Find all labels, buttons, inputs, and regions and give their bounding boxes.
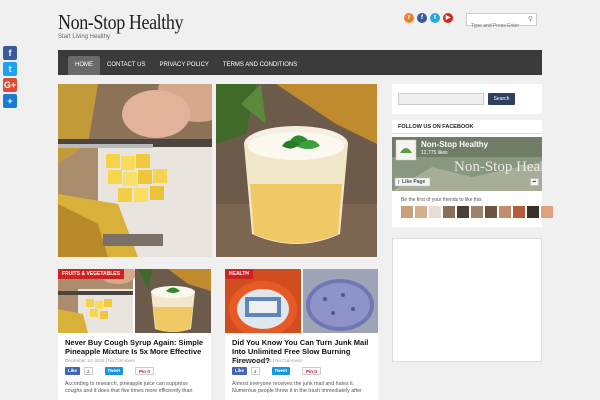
facebook-page-cover[interactable]: f Non-Stop Healthy 12,775 likes Non-Stop… — [392, 137, 542, 191]
nav-item-terms-and-conditions[interactable]: TERMS AND CONDITIONS — [216, 56, 304, 75]
avatar[interactable] — [499, 206, 511, 218]
avatar[interactable] — [513, 206, 525, 218]
avatar[interactable] — [429, 206, 441, 218]
post-excerpt: Almost everyone receives the junk mail a… — [232, 381, 362, 394]
search-icon[interactable]: ⚲ — [528, 15, 533, 23]
avatar[interactable] — [485, 206, 497, 218]
facebook-share-icon[interactable]: ➦ — [530, 178, 539, 186]
facebook-likes-count: 12,775 likes — [421, 150, 448, 156]
header-search: ⚲ — [466, 13, 537, 32]
facebook-widget-header: FOLLOW US ON FACEBOOK — [392, 120, 542, 134]
twitter-icon[interactable]: t — [430, 13, 440, 23]
twitter-share-icon[interactable]: t — [3, 62, 17, 76]
nav-item-contact-us[interactable]: CONTACT US — [100, 56, 152, 75]
post-excerpt: According to research, pineapple juice c… — [65, 381, 193, 394]
facebook-widget: FOLLOW US ON FACEBOOK f Non-Stop Healthy… — [392, 120, 553, 227]
nav-item-privacy-policy[interactable]: PRIVACY POLICY — [152, 56, 215, 75]
site-tagline: Start Living Healthy — [58, 34, 111, 40]
avatar[interactable] — [401, 206, 413, 218]
avatar[interactable] — [527, 206, 539, 218]
avatar[interactable] — [471, 206, 483, 218]
avatar[interactable] — [443, 206, 455, 218]
facebook-page-name[interactable]: Non-Stop Healthy — [421, 140, 488, 149]
floating-share-bar: f t G+ + — [3, 46, 17, 110]
facebook-friends-text: Be the first of your friends to like thi… — [401, 197, 482, 203]
header-search-input[interactable] — [467, 20, 525, 32]
google-plus-share-icon[interactable]: G+ — [3, 78, 17, 92]
facebook-friend-faces — [401, 206, 553, 218]
main-nav: HOME CONTACT US PRIVACY POLICY TERMS AND… — [58, 50, 542, 75]
share-plus-icon[interactable]: + — [3, 94, 17, 108]
facebook-like-page-button[interactable]: Like Page — [402, 179, 425, 185]
like-count: 2 — [84, 367, 93, 375]
featured-image-pineapple-drink[interactable] — [216, 84, 377, 257]
post-meta: December 14, 2015 | No Comment — [65, 358, 135, 363]
page: f t G+ + Non-Stop Healthy Start Living H… — [0, 0, 600, 400]
like-count: 2 — [251, 367, 260, 375]
rss-icon[interactable]: r — [404, 13, 414, 23]
tweet-button[interactable]: Tweet — [104, 367, 123, 375]
facebook-share-icon[interactable]: f — [3, 46, 17, 60]
nav-item-home[interactable]: HOME — [68, 56, 100, 75]
post-card: HEALTH Did You Know You Can Turn Junk Ma… — [225, 269, 378, 400]
facebook-like-button[interactable]: Like — [232, 367, 248, 375]
post-meta: December 14, 2015 | No Comment — [232, 358, 302, 363]
avatar[interactable] — [457, 206, 469, 218]
post-title[interactable]: Never Buy Cough Syrup Again: Simple Pine… — [65, 338, 205, 356]
featured-image-pineapple-cutting[interactable] — [58, 84, 212, 257]
pineapple-cutting-photo — [58, 84, 212, 257]
main-content: FRUITS & VEGETABLES Never Buy Cough Syru… — [58, 84, 378, 400]
site-title[interactable]: Non-Stop Healthy — [58, 10, 183, 35]
facebook-like-button[interactable]: Like — [65, 367, 81, 375]
sidebar-search-input[interactable] — [398, 93, 484, 105]
sidebar-search-widget: Search — [392, 84, 542, 114]
post-card: FRUITS & VEGETABLES Never Buy Cough Syru… — [58, 269, 211, 400]
post-thumbnail[interactable]: FRUITS & VEGETABLES — [58, 269, 211, 333]
pineapple-drink-photo — [216, 84, 377, 257]
pin-it-button[interactable]: Pin it — [134, 367, 154, 375]
facebook-icon[interactable]: f — [417, 13, 427, 23]
post-thumbnail[interactable]: HEALTH — [225, 269, 378, 333]
category-badge[interactable]: FRUITS & VEGETABLES — [58, 269, 124, 279]
post-share-buttons: Like 2 Tweet Pin it — [65, 367, 154, 375]
avatar[interactable] — [415, 206, 427, 218]
sidebar-ad-box — [392, 238, 542, 362]
facebook-cover-text: Non-Stop Healt — [454, 159, 542, 175]
header-social-icons: r f t ▶ — [404, 13, 453, 23]
sidebar-search-button[interactable]: Search — [488, 93, 515, 105]
post-share-buttons: Like 2 Tweet Pin it — [232, 367, 321, 375]
pin-it-button[interactable]: Pin it — [301, 367, 321, 375]
tweet-button[interactable]: Tweet — [271, 367, 290, 375]
avatar[interactable] — [541, 206, 553, 218]
category-badge[interactable]: HEALTH — [225, 269, 253, 279]
youtube-icon[interactable]: ▶ — [443, 13, 453, 23]
